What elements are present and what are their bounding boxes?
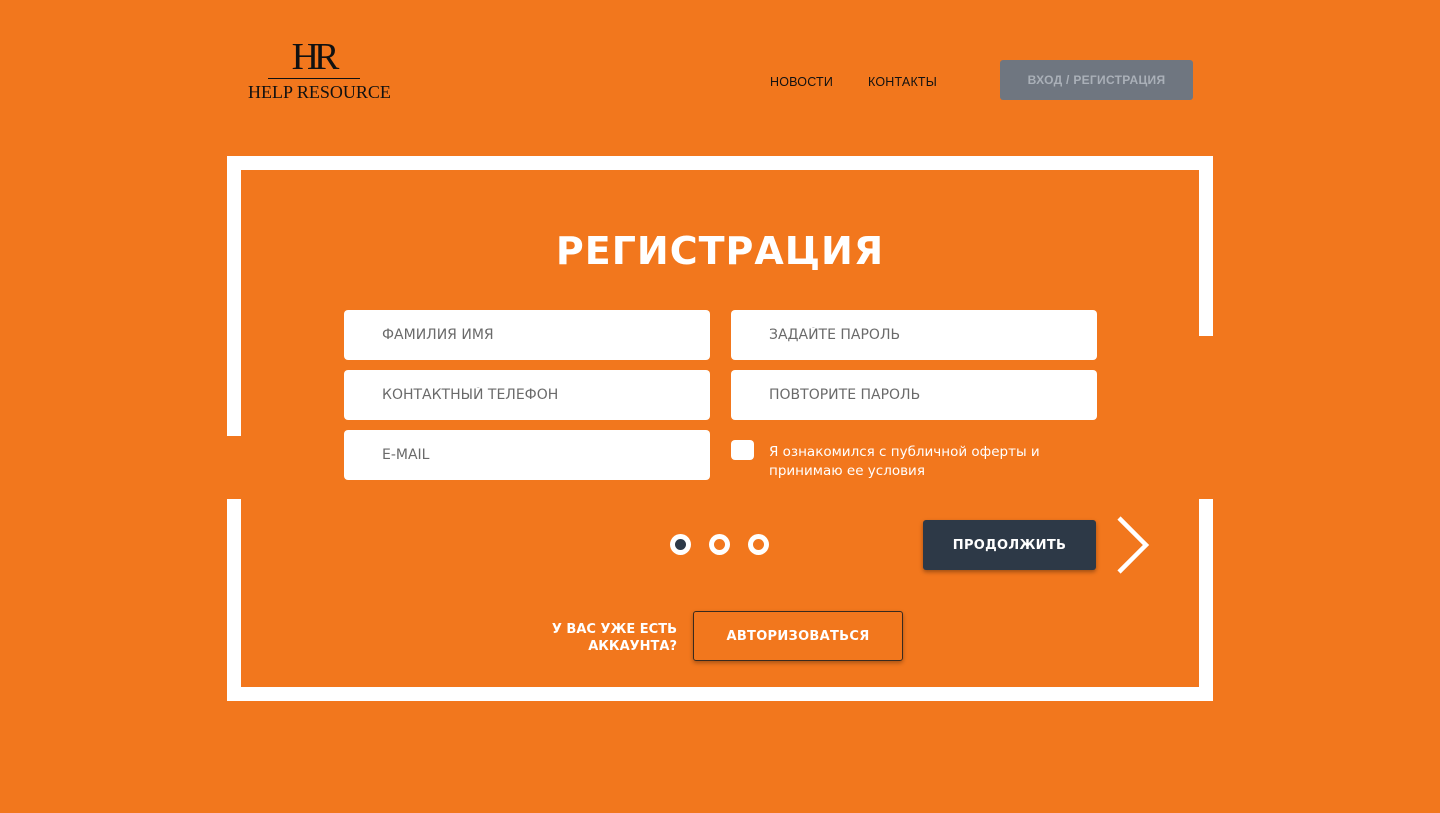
password-input[interactable] xyxy=(731,310,1097,360)
logo-name: HELP RESOURCE xyxy=(248,82,391,102)
pager-dot-1[interactable] xyxy=(670,534,691,555)
pager-dot-3[interactable] xyxy=(748,534,769,555)
logo-monogram: HR xyxy=(291,36,340,78)
password-repeat-input[interactable] xyxy=(731,370,1097,420)
pager-dot-2[interactable] xyxy=(709,534,730,555)
full-name-input[interactable] xyxy=(344,310,710,360)
authorize-button[interactable]: АВТОРИЗОВАТЬСЯ xyxy=(693,611,903,661)
logo-divider xyxy=(268,78,360,79)
phone-input[interactable] xyxy=(344,370,710,420)
agreement-label: Я ознакомился с публичной оферты и прини… xyxy=(769,444,1040,479)
nav-link-contacts[interactable]: КОНТАКТЫ xyxy=(868,75,937,89)
have-account-text: У ВАС УЖЕ ЕСТЬ АККАУНТА? xyxy=(551,622,677,654)
logo[interactable]: HR HELP RESOURCE xyxy=(248,36,391,102)
continue-button[interactable]: ПРОДОЛЖИТЬ xyxy=(923,520,1096,570)
email-input[interactable] xyxy=(344,430,710,480)
page-title: РЕГИСТРАЦИЯ xyxy=(555,229,885,273)
login-register-button[interactable]: ВХОД / РЕГИСТРАЦИЯ xyxy=(1000,60,1193,100)
chevron-right-icon[interactable] xyxy=(1114,515,1154,575)
nav-link-news[interactable]: НОВОСТИ xyxy=(770,75,833,89)
agreement-checkbox[interactable] xyxy=(731,440,754,460)
